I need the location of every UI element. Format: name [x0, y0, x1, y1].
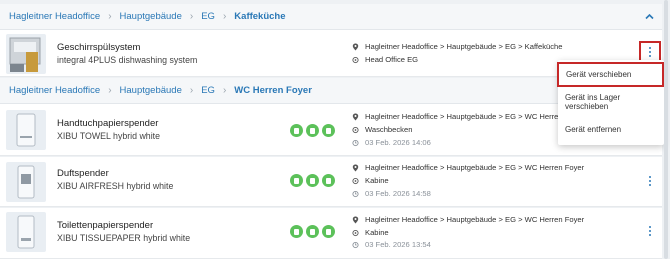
- device-path-text: Hagleitner Headoffice > Hauptgebäude > E…: [365, 163, 585, 172]
- breadcrumb-item[interactable]: Hauptgebäude: [120, 11, 182, 22]
- chevron-right-icon: ›: [189, 85, 194, 96]
- fill-level-icon: [306, 225, 319, 238]
- chevron-right-icon: ›: [108, 85, 112, 96]
- device-date: 03 Feb. 2026 13:54: [352, 240, 431, 249]
- group-header-kaffeekueche: Hagleitner Headoffice › Hauptgebäude › E…: [0, 4, 662, 30]
- device-location-text: Kabine: [365, 176, 389, 185]
- clock-icon: [352, 190, 359, 197]
- device-location: Kabine: [352, 228, 389, 237]
- fill-level-icon: [306, 174, 319, 187]
- device-image: [6, 110, 46, 150]
- device-location: Head Office EG: [352, 55, 418, 64]
- device-model: integral 4PLUS dishwashing system: [57, 55, 198, 65]
- device-date: 03 Feb. 2026 14:06: [352, 138, 431, 147]
- more-options-button[interactable]: [644, 173, 656, 189]
- location-pin-icon: [352, 164, 359, 171]
- device-name: Duftspender: [57, 168, 109, 179]
- device-path-text: Hagleitner Headoffice > Hauptgebäude > E…: [365, 112, 585, 121]
- scrollbar[interactable]: [664, 0, 668, 259]
- status-badges: [290, 174, 335, 187]
- target-icon: [352, 126, 359, 133]
- breadcrumb-item[interactable]: Hagleitner Headoffice: [9, 11, 100, 22]
- target-icon: [352, 177, 359, 184]
- device-name: Geschirrspülsystem: [57, 42, 141, 53]
- device-location-text: Kabine: [365, 228, 389, 237]
- move-device-item[interactable]: Gerät verschieben: [557, 62, 664, 87]
- battery-status-icon: [290, 225, 303, 238]
- target-icon: [352, 229, 359, 236]
- context-menu: Gerät verschieben Gerät ins Lager versch…: [557, 60, 664, 145]
- breadcrumb-item[interactable]: EG: [201, 11, 215, 22]
- device-path-text: Hagleitner Headoffice > Hauptgebäude > E…: [365, 215, 585, 224]
- device-path: Hagleitner Headoffice > Hauptgebäude > E…: [352, 163, 584, 172]
- device-date: 03 Feb. 2026 14:58: [352, 189, 431, 198]
- device-model: XIBU AIRFRESH hybrid white: [57, 181, 174, 191]
- device-row[interactable]: Toilettenpapierspender XIBU TISSUEPAPER …: [0, 208, 662, 259]
- device-date-text: 03 Feb. 2026 14:58: [365, 189, 431, 198]
- breadcrumb-item[interactable]: WC Herren Foyer: [234, 85, 312, 96]
- device-path: Hagleitner Headoffice > Hauptgebäude > E…: [352, 112, 584, 121]
- device-path: Hagleitner Headoffice > Hauptgebäude > E…: [352, 215, 584, 224]
- device-model: XIBU TISSUEPAPER hybrid white: [57, 233, 191, 243]
- battery-status-icon: [290, 124, 303, 137]
- signal-status-icon: [322, 174, 335, 187]
- fill-level-icon: [306, 124, 319, 137]
- device-name: Toilettenpapierspender: [57, 220, 154, 231]
- device-path: Hagleitner Headoffice > Hauptgebäude > E…: [352, 42, 563, 51]
- chevron-right-icon: ›: [222, 11, 227, 22]
- device-location: Kabine: [352, 176, 389, 185]
- chevron-right-icon: ›: [189, 11, 194, 22]
- clock-icon: [352, 241, 359, 248]
- clock-icon: [352, 139, 359, 146]
- device-path-text: Hagleitner Headoffice > Hauptgebäude > E…: [365, 42, 563, 51]
- move-to-storage-item[interactable]: Gerät ins Lager verschieben: [558, 89, 664, 115]
- breadcrumb-item[interactable]: Kaffeküche: [234, 11, 285, 22]
- more-options-button[interactable]: [644, 223, 656, 239]
- breadcrumb-item[interactable]: EG: [201, 85, 215, 96]
- breadcrumb-item[interactable]: Hagleitner Headoffice: [9, 85, 100, 96]
- device-date-text: 03 Feb. 2026 14:06: [365, 138, 431, 147]
- device-row[interactable]: Duftspender XIBU AIRFRESH hybrid white H…: [0, 157, 662, 207]
- remove-device-item[interactable]: Gerät entfernen: [558, 116, 664, 142]
- device-image: [6, 34, 46, 74]
- breadcrumb-item[interactable]: Hauptgebäude: [120, 85, 182, 96]
- device-location: Waschbecken: [352, 125, 412, 134]
- chevron-right-icon: ›: [222, 85, 227, 96]
- target-icon: [352, 56, 359, 63]
- status-badges: [290, 225, 335, 238]
- device-image: [6, 162, 46, 202]
- location-pin-icon: [352, 43, 359, 50]
- location-pin-icon: [352, 216, 359, 223]
- device-image: [6, 212, 46, 252]
- chevron-right-icon: ›: [108, 11, 112, 22]
- battery-status-icon: [290, 174, 303, 187]
- status-badges: [290, 124, 335, 137]
- device-location-text: Head Office EG: [365, 55, 419, 64]
- device-model: XIBU TOWEL hybrid white: [57, 131, 160, 141]
- chevron-up-icon[interactable]: [645, 13, 654, 20]
- device-name: Handtuchpapierspender: [57, 118, 159, 129]
- device-location-text: Waschbecken: [365, 125, 413, 134]
- location-pin-icon: [352, 113, 359, 120]
- signal-status-icon: [322, 225, 335, 238]
- signal-status-icon: [322, 124, 335, 137]
- device-date-text: 03 Feb. 2026 13:54: [365, 240, 431, 249]
